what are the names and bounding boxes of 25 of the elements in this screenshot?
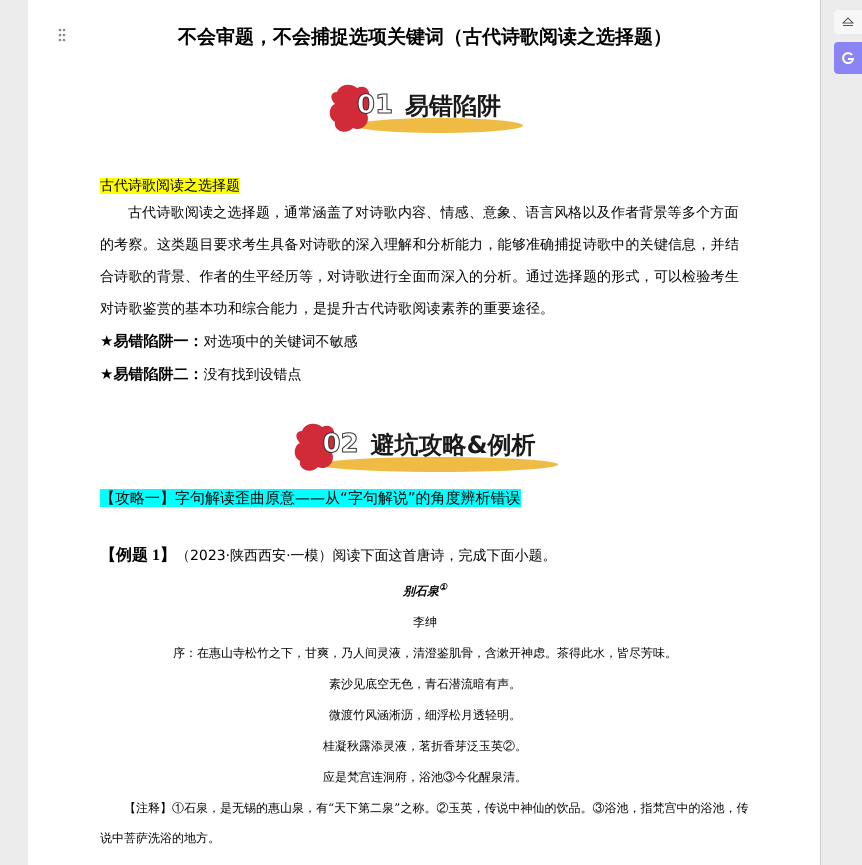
trap-text: 对选项中的关键词不敏感: [203, 333, 358, 352]
poem-line: 微渡竹风涵淅沥，细浮松月透轻明。: [328, 706, 522, 724]
drag-handle-icon[interactable]: [58, 28, 66, 42]
poem-line: 序：在惠山寺松竹之下，甘爽，乃人间灵液，清澄鉴肌骨，含漱开神虑。茶得此水，皆尽芳味。: [172, 644, 678, 662]
poem-line: 素沙见底空无色，青石潜流暗有声。: [328, 676, 522, 692]
trap-label: ★易错陷阱二：: [100, 364, 204, 385]
letter-g-icon: [841, 51, 855, 65]
annotation-paragraph: 【注释】①石泉，是无锡的惠山泉，有“天下第二泉”之称。②玉英，传说中神仙的饮品。③浴池，指梵宫中的浴池，传说中菩萨洗浴的地方。: [100, 800, 750, 846]
trap-text: 没有找到设错点: [203, 366, 302, 385]
poem-line: 应是梵宫连洞府，浴池③今化醒泉清。: [322, 768, 528, 786]
poem-author: 李绅: [412, 614, 438, 630]
highlighted-strategy: 【攻略一】字句解读歪曲原意——从“字句解说”的角度辨析错误: [100, 489, 521, 507]
document-title: 不会审题，不会捕捉选项关键词（古代诗歌阅读之选择题）: [176, 26, 673, 50]
poem-title: 别石泉$^{①}$: [402, 582, 448, 600]
banner-heading: 易错陷阱: [405, 90, 502, 122]
intro-paragraph: 古代诗歌阅读之选择题，通常涵盖了对诗歌内容、情感、意象、语言风格以及作者背景等多个方面的考察。这类题目要求考生具备对诗歌的深入理解和分析能力，能够准确捕捉诗歌中的关键信息，并结合诗歌的背景、作者的生平经历等，对诗歌进行全面而深入的分析。通过选择题的形式，可以检验考生对诗歌鉴赏的基本功和综合能力，是提升古代诗歌阅读素养的重要途径。: [100, 204, 740, 319]
example-intro: （2023·陕西西安·一模）阅读下面这首唐诗，完成下面小题。: [176, 546, 557, 566]
app-icon-button[interactable]: [834, 42, 862, 74]
poem-line: 桂凝秋露添灵液，茗折香芽泛玉英②。: [322, 738, 528, 754]
example-label: 【例题 1】: [100, 545, 176, 566]
highlighted-subheading: 古代诗歌阅读之选择题: [100, 178, 240, 194]
eject-icon: [842, 17, 854, 27]
trap-label: ★易错陷阱一：: [100, 331, 204, 352]
banner-heading: 避坑攻略&例析: [370, 430, 536, 460]
eject-icon-button[interactable]: [834, 10, 862, 34]
